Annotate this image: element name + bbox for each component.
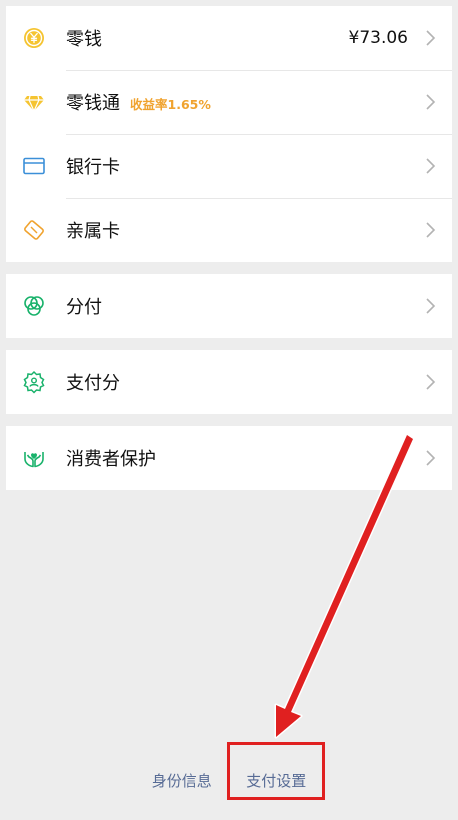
family-card-icon (22, 218, 46, 242)
licaitong-label: 零钱通 收益率1.65% (66, 89, 211, 115)
licaitong-title: 零钱通 (66, 93, 120, 114)
bank-card-label: 银行卡 (66, 157, 120, 178)
change-label: 零钱 (66, 29, 102, 50)
family-card-row[interactable]: 亲属卡 (6, 198, 452, 262)
installment-group: 分付 (6, 274, 452, 338)
change-row[interactable]: 零钱 ¥73.06 (6, 6, 452, 70)
chevron-right-icon (424, 296, 438, 316)
licaitong-row[interactable]: 零钱通 收益率1.65% (6, 70, 452, 134)
pay-score-icon (22, 370, 46, 394)
yuan-coin-icon (22, 26, 46, 50)
pay-score-group: 支付分 (6, 350, 452, 414)
identity-info-link[interactable]: 身份信息 (146, 770, 218, 791)
bank-card-row[interactable]: 银行卡 (6, 134, 452, 198)
change-balance: ¥73.06 (348, 28, 408, 48)
bank-card-icon (22, 154, 46, 178)
chevron-right-icon (424, 92, 438, 112)
family-card-label: 亲属卡 (66, 221, 120, 242)
chevron-right-icon (424, 448, 438, 468)
pay-score-label: 支付分 (66, 373, 120, 394)
consumer-protection-group: 消费者保护 (6, 426, 452, 490)
protection-hands-icon (22, 446, 46, 470)
chevron-right-icon (424, 372, 438, 392)
annotation-highlight-box (227, 742, 325, 800)
wallet-group: 零钱 ¥73.06 零钱通 收益率1.65% 银行卡 亲属卡 (6, 6, 452, 262)
chevron-right-icon (424, 156, 438, 176)
pay-score-row[interactable]: 支付分 (6, 350, 452, 414)
chevron-right-icon (424, 220, 438, 240)
wallet-screen: 零钱 ¥73.06 零钱通 收益率1.65% 银行卡 亲属卡 分付 支付分 消费… (6, 0, 452, 820)
consumer-protection-label: 消费者保护 (66, 449, 156, 470)
installment-label: 分付 (66, 297, 102, 318)
consumer-protection-row[interactable]: 消费者保护 (6, 426, 452, 490)
installment-icon (22, 294, 46, 318)
installment-row[interactable]: 分付 (6, 274, 452, 338)
chevron-right-icon (424, 28, 438, 48)
diamond-icon (22, 90, 46, 114)
yield-rate-label: 收益率1.65% (130, 97, 211, 112)
